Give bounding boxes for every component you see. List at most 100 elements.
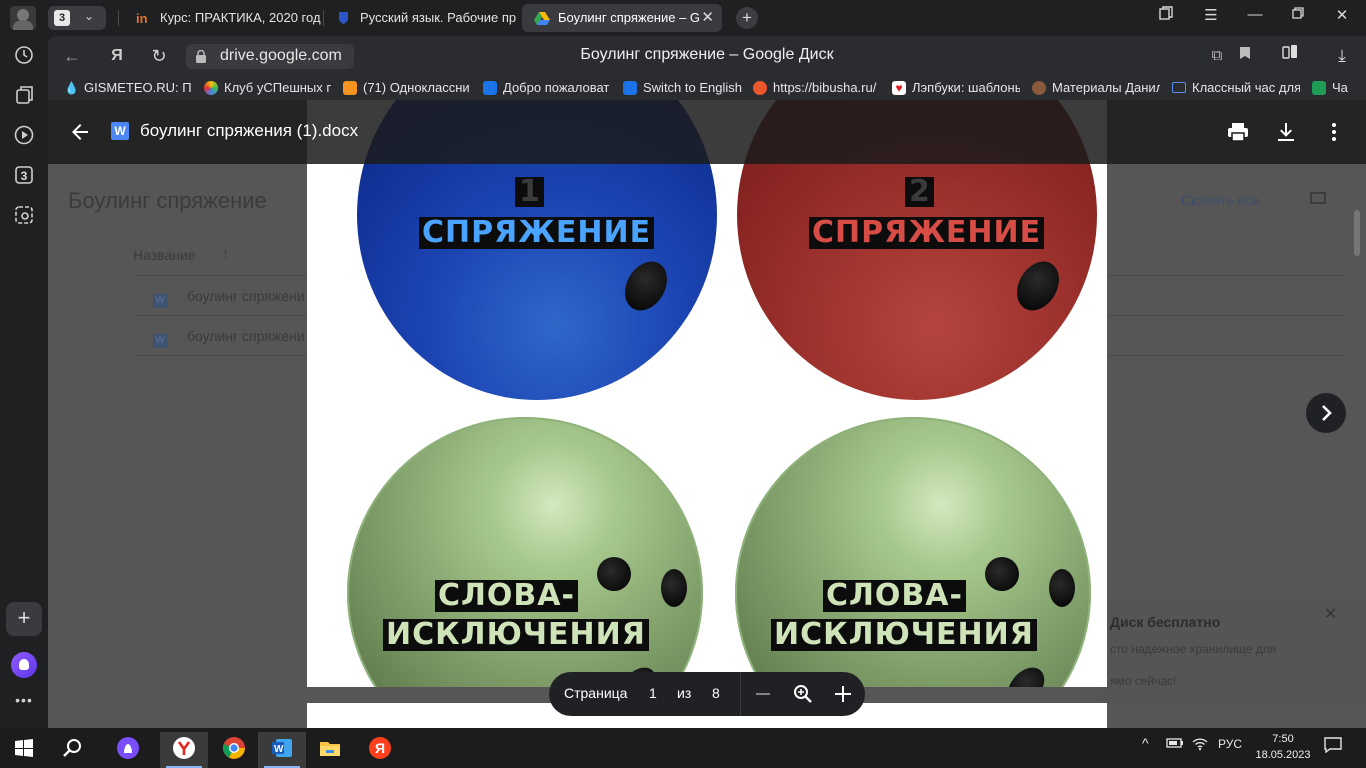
- alice-app[interactable]: [104, 732, 152, 768]
- word-file-icon: W: [153, 294, 167, 308]
- battery-icon[interactable]: [1166, 737, 1184, 752]
- promo-card: Диск бесплатно сто надежное хранилище дл…: [1098, 598, 1366, 704]
- of-label: из: [677, 685, 692, 701]
- toolbar-divider: [740, 672, 741, 716]
- tab-group-button[interactable]: 3 ⌄: [48, 6, 106, 30]
- notification-icon[interactable]: [1324, 737, 1342, 756]
- more-vert-icon[interactable]: [1322, 120, 1346, 144]
- history-icon[interactable]: [12, 44, 36, 68]
- tab-bowling-drive[interactable]: Боулинг спряжение – G ✕: [522, 4, 722, 32]
- yandex-browser-app[interactable]: [160, 732, 208, 768]
- print-icon[interactable]: [1226, 120, 1250, 144]
- document-page: 1 СПРЯЖЕНИЕ 2 СПРЯЖЕНИЕ СЛОВА- ИСКЛЮЧЕНИ…: [307, 100, 1107, 687]
- bookmark-class-hour[interactable]: Классный час для: [1172, 79, 1300, 97]
- alice-icon: [117, 737, 139, 759]
- translate-icon[interactable]: ⧉: [1205, 44, 1229, 68]
- chevron-down-icon: ⌄: [84, 9, 95, 23]
- tray-chevron-up-icon[interactable]: ^: [1142, 735, 1149, 751]
- back-arrow-icon[interactable]: ←: [60, 44, 84, 68]
- yandex-logo-icon[interactable]: Я: [105, 44, 129, 68]
- bookmark-switch-english[interactable]: Switch to English: [623, 79, 748, 97]
- yandex-app[interactable]: Я: [356, 732, 404, 768]
- svg-text:in: in: [136, 11, 148, 25]
- bowling-ball-green: СЛОВА- ИСКЛЮЧЕНИЯ: [735, 417, 1091, 687]
- download-all-link[interactable]: Скачать все: [1181, 192, 1259, 208]
- current-page-input[interactable]: 1: [649, 685, 657, 701]
- ball-number: 2: [905, 177, 934, 207]
- play-icon[interactable]: [12, 124, 36, 148]
- url-field[interactable]: drive.google.com: [186, 44, 354, 69]
- word-doc-icon: W: [111, 122, 129, 140]
- close-tab-icon[interactable]: ✕: [701, 4, 714, 32]
- bookmark-welcome[interactable]: Добро пожаловат: [483, 79, 612, 97]
- restore-icon[interactable]: [1286, 6, 1310, 23]
- ball-hole: [1000, 660, 1052, 687]
- tab-count-badge: 3: [54, 10, 70, 26]
- extensions-icon[interactable]: [1278, 44, 1302, 68]
- file-row[interactable]: Wбоулинг спряжени: [153, 288, 305, 308]
- tabs-collection-icon[interactable]: [1154, 6, 1178, 24]
- bookmark-club[interactable]: Клуб уСПешных п: [204, 79, 331, 97]
- tab-title: Курс: ПРАКТИКА, 2020 год: [160, 10, 321, 25]
- search-button[interactable]: [48, 732, 96, 768]
- chevron-right-icon: [1322, 405, 1332, 421]
- yandex-browser-icon: [173, 737, 195, 759]
- alice-assistant-icon[interactable]: [11, 652, 37, 678]
- sidebar-add-button[interactable]: +: [6, 602, 42, 636]
- windows-logo-icon: [15, 739, 33, 757]
- ball-hole: [985, 557, 1019, 591]
- screenshot-camera-icon[interactable]: [12, 204, 36, 228]
- ball-number: 1: [515, 177, 544, 207]
- chat-bubble-icon: [483, 81, 497, 95]
- language-indicator[interactable]: РУС: [1218, 737, 1242, 751]
- bookmark-materials[interactable]: Материалы Данил: [1032, 79, 1160, 97]
- sort-arrow-up-icon[interactable]: ↑: [222, 245, 229, 261]
- minimize-icon[interactable]: —: [1243, 6, 1267, 23]
- reload-icon[interactable]: ↻: [147, 44, 171, 68]
- chrome-icon: [222, 737, 245, 759]
- start-button[interactable]: [0, 732, 48, 768]
- bookmark-icon[interactable]: [1233, 44, 1257, 68]
- zoom-icon[interactable]: [791, 682, 815, 706]
- clock-date: 18.05.2023: [1255, 749, 1311, 761]
- menu-icon[interactable]: ☰: [1199, 6, 1223, 24]
- close-window-icon[interactable]: ✕: [1330, 6, 1354, 24]
- word-file-icon: W: [153, 334, 167, 348]
- chat-bubble-icon: [623, 81, 637, 95]
- wifi-icon[interactable]: [1192, 737, 1208, 754]
- scrollbar-thumb[interactable]: [1354, 210, 1360, 256]
- zoom-out-icon[interactable]: [751, 682, 775, 706]
- file-row[interactable]: Wбоулинг спряжени: [153, 328, 305, 348]
- bookmark-cha[interactable]: Ча: [1312, 79, 1366, 97]
- bookmark-gismeteo[interactable]: 💧 GISMETEO.RU: Пог: [64, 79, 192, 97]
- collections-icon[interactable]: [12, 84, 36, 108]
- tab-title: Боулинг спряжение – G: [558, 10, 701, 25]
- new-tab-button[interactable]: +: [736, 7, 758, 29]
- tab-course-practice[interactable]: in Курс: ПРАКТИКА, 2020 год: [124, 4, 322, 32]
- ball-hole: [616, 253, 676, 319]
- windows-taskbar: W Я ^ РУС 7:50 18.05.2023: [0, 728, 1366, 768]
- owl-icon: [1032, 81, 1046, 95]
- file-explorer-app[interactable]: [306, 732, 354, 768]
- grid-view-icon[interactable]: [1310, 192, 1326, 204]
- chrome-app[interactable]: [210, 732, 258, 768]
- zoom-in-icon[interactable]: [831, 682, 855, 706]
- close-icon[interactable]: ✕: [1324, 604, 1337, 624]
- tab-russian-language[interactable]: Русский язык. Рабочие пр: [324, 4, 520, 32]
- tabs-counter-icon[interactable]: 3: [12, 164, 36, 188]
- bookmark-bibusha[interactable]: https://bibusha.ru/: [753, 79, 879, 97]
- download-icon[interactable]: [1274, 120, 1298, 144]
- bookmark-odnoklassniki[interactable]: (71) Одноклассни: [343, 79, 471, 97]
- google-drive-icon: [534, 12, 550, 25]
- folder-title: Боулинг спряжение: [68, 188, 267, 213]
- back-arrow-icon[interactable]: [68, 120, 92, 144]
- next-page-button[interactable]: [1306, 393, 1346, 433]
- clock-time: 7:50: [1272, 733, 1294, 745]
- bookmark-lapbooks[interactable]: ♥ Лэпбуки: шаблоны: [892, 79, 1020, 97]
- profile-avatar[interactable]: [10, 6, 36, 30]
- word-app[interactable]: W: [258, 732, 306, 768]
- column-header-name[interactable]: Название: [133, 247, 196, 263]
- more-dots-icon[interactable]: •••: [12, 692, 36, 708]
- downloads-icon[interactable]: ⤓: [1330, 44, 1354, 68]
- system-clock[interactable]: 7:50 18.05.2023: [1254, 731, 1312, 763]
